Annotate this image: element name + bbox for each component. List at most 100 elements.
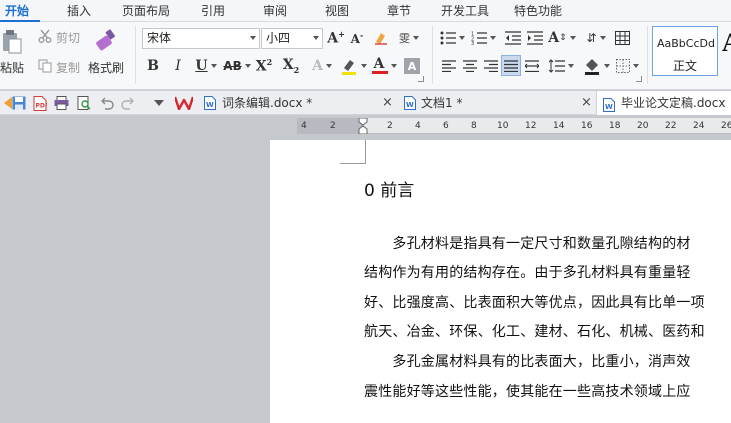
bullet-list-icon[interactable] xyxy=(438,28,466,48)
group-separator xyxy=(647,26,648,84)
shrink-font-icon[interactable]: A- xyxy=(348,28,366,48)
paragraph-line: 震性能好等这些性能，使其能在一些高技术领域上应 xyxy=(364,384,691,400)
font-dialog-launcher-icon[interactable] xyxy=(418,76,424,82)
ruler-tick: 10 xyxy=(497,121,509,131)
underline-icon[interactable]: U xyxy=(193,56,219,76)
ruler-tick: 22 xyxy=(665,121,677,131)
copy-icon[interactable] xyxy=(37,58,53,74)
ruler-tick: 2 xyxy=(387,121,393,131)
tab-home[interactable]: 开始 xyxy=(5,0,29,22)
document-tab-2[interactable]: 文档1 * xyxy=(421,91,462,115)
document-tab-1[interactable]: 词条编辑.docx * xyxy=(222,91,312,115)
numbered-list-icon[interactable]: 123 xyxy=(469,28,497,48)
wps-logo-icon[interactable] xyxy=(175,95,193,111)
cut-button[interactable]: 剪切 xyxy=(56,29,80,46)
ruler-tick: 16 xyxy=(581,121,593,131)
svg-text:PDF: PDF xyxy=(36,102,48,109)
tab-view[interactable]: 视图 xyxy=(325,0,349,22)
distributed-align-icon[interactable] xyxy=(523,56,541,76)
paragraph-spacing-icon[interactable] xyxy=(547,56,575,76)
ruler-tick: 18 xyxy=(609,121,621,131)
style-preview-text: AaBbCcDd xyxy=(657,37,715,50)
highlight-color-icon[interactable] xyxy=(338,56,368,76)
ruler-tick: 14 xyxy=(553,121,565,131)
grow-font-icon[interactable]: A+ xyxy=(327,28,345,48)
decrease-indent-icon[interactable] xyxy=(503,28,523,48)
superscript-icon[interactable]: X2 xyxy=(254,56,274,76)
redo-icon[interactable] xyxy=(120,95,136,111)
line-spacing-icon[interactable]: ⇵ xyxy=(585,28,607,48)
justify-icon[interactable] xyxy=(501,55,521,76)
font-size-select[interactable]: 小四 xyxy=(261,28,323,49)
align-left-icon[interactable] xyxy=(440,56,458,76)
svg-text:3: 3 xyxy=(471,41,474,45)
paragraph-dialog-launcher-icon[interactable] xyxy=(636,76,642,82)
document-tab-3-active[interactable]: W 毕业论文定稿.docx xyxy=(596,91,731,115)
phonetic-guide-icon[interactable]: 雯 xyxy=(396,28,422,48)
undo-icon[interactable] xyxy=(99,95,115,111)
style-normal[interactable]: AaBbCcDd 正文 xyxy=(652,26,718,76)
document-tab-bar: PDF W 词条编辑.docx * × W 文档1 * × W 毕业论文定稿.d… xyxy=(0,91,731,115)
ribbon-tab-bar: 开始 插入 页面布局 引用 审阅 视图 章节 开发工具 特色功能 xyxy=(0,0,731,22)
svg-text:W: W xyxy=(605,103,613,111)
page-margin-corner-mark xyxy=(340,140,366,164)
ruler-tick: 6 xyxy=(443,121,449,131)
document-file-icon: W xyxy=(202,95,218,111)
tab-insert[interactable]: 插入 xyxy=(67,0,91,22)
align-right-icon[interactable] xyxy=(482,56,500,76)
tab-developer[interactable]: 开发工具 xyxy=(441,0,489,22)
document-file-icon: W xyxy=(402,95,418,111)
horizontal-ruler[interactable]: 4 2 2 4 6 8 10 12 14 16 18 20 22 24 26 xyxy=(297,117,731,137)
close-tab-icon[interactable]: × xyxy=(382,91,393,115)
copy-button[interactable]: 复制 xyxy=(56,59,80,76)
document-tab-3-title: 毕业论文定稿.docx xyxy=(621,96,726,110)
tab-page-layout[interactable]: 页面布局 xyxy=(122,0,170,22)
wps-writer-window: 开始 插入 页面布局 引用 审阅 视图 章节 开发工具 特色功能 粘贴 剪切 复… xyxy=(0,0,731,423)
save-icon[interactable] xyxy=(11,95,27,111)
export-pdf-icon[interactable]: PDF xyxy=(32,95,48,111)
paragraph-line: 结构作为有用的结构存在。由于多孔材料具有重量轻 xyxy=(364,265,691,281)
print-preview-icon[interactable] xyxy=(76,95,92,111)
close-tab-icon[interactable]: × xyxy=(581,91,592,115)
tab-references[interactable]: 引用 xyxy=(201,0,225,22)
italic-icon[interactable]: I xyxy=(169,56,187,76)
paste-icon[interactable] xyxy=(0,27,24,57)
text-effect-icon[interactable]: A xyxy=(309,56,335,76)
style-heading-preview[interactable]: A xyxy=(722,28,731,58)
tab-review[interactable]: 审阅 xyxy=(263,0,287,22)
bold-icon[interactable]: B xyxy=(144,56,162,76)
font-family-select[interactable]: 宋体 xyxy=(142,28,260,49)
ruler-tick: 20 xyxy=(637,121,649,131)
format-painter-icon[interactable] xyxy=(92,27,120,55)
align-center-icon[interactable] xyxy=(461,56,479,76)
group-separator xyxy=(135,26,136,84)
ruler-tick: 26 xyxy=(721,121,731,131)
subscript-icon[interactable]: X2 xyxy=(281,56,301,76)
text-direction-icon[interactable]: A ⇕ xyxy=(548,28,576,48)
tab-special-features[interactable]: 特色功能 xyxy=(514,0,562,22)
print-icon[interactable] xyxy=(53,95,69,111)
char-shading-icon[interactable]: A xyxy=(402,56,422,76)
indent-marker[interactable] xyxy=(358,117,368,137)
paragraph-line: 多孔金属材料具有的比表面大，比重小，消声效 xyxy=(364,354,691,370)
ruler-tick: 24 xyxy=(693,121,705,131)
ruler-tick: 8 xyxy=(471,121,477,131)
borders-icon[interactable] xyxy=(614,56,640,76)
customize-toolbar-icon[interactable] xyxy=(151,95,167,111)
clear-format-icon[interactable] xyxy=(371,28,391,48)
strikethrough-icon[interactable]: AB xyxy=(222,56,252,76)
font-color-icon[interactable]: A xyxy=(370,56,398,76)
paste-button[interactable]: 粘贴 xyxy=(0,59,24,76)
shading-icon[interactable] xyxy=(582,56,610,76)
cut-icon[interactable] xyxy=(37,28,53,44)
paragraph-line: 多孔材料是指具有一定尺寸和数量孔隙结构的材 xyxy=(364,236,691,252)
document-page[interactable]: 0 前言 多孔材料是指具有一定尺寸和数量孔隙结构的材 结构作为有用的结构存在。由… xyxy=(270,140,731,423)
table-icon[interactable] xyxy=(612,28,632,48)
ruler-tick: 12 xyxy=(525,121,537,131)
style-name-label: 正文 xyxy=(672,59,697,73)
group-separator xyxy=(432,26,433,84)
format-painter-button[interactable]: 格式刷 xyxy=(88,59,124,76)
svg-text:W: W xyxy=(406,101,414,109)
increase-indent-icon[interactable] xyxy=(525,28,545,48)
tab-chapter[interactable]: 章节 xyxy=(387,0,411,22)
